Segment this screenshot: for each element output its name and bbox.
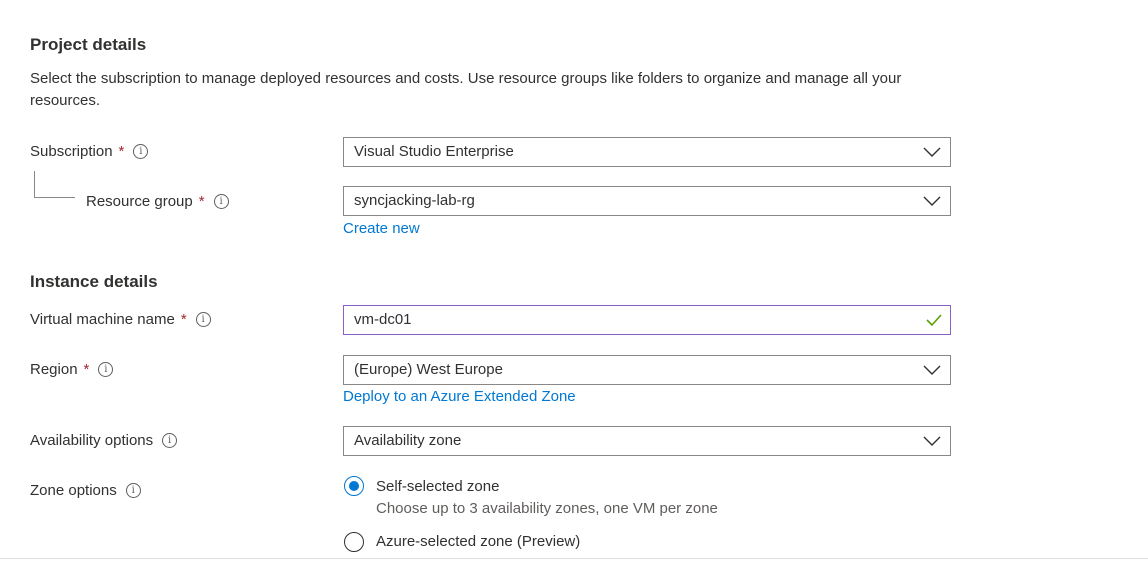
required-indicator: * [198,193,205,210]
region-value: (Europe) West Europe [354,361,503,378]
vm-name-value: vm-dc01 [354,311,412,328]
chevron-down-icon [923,365,941,375]
chevron-down-icon [923,196,941,206]
required-indicator: * [180,311,187,328]
zone-options-label: Zone options [30,482,117,499]
zone-options-label-row: Zone options i [30,482,141,499]
subscription-value: Visual Studio Enterprise [354,143,514,160]
info-icon[interactable]: i [162,433,178,448]
availability-value: Availability zone [354,432,462,449]
project-details-description: Select the subscription to manage deploy… [30,70,902,109]
vm-name-label-row: Virtual machine name * i [30,311,211,328]
required-indicator: * [83,361,90,378]
info-icon[interactable]: i [195,312,211,327]
divider [0,558,1148,559]
resource-group-label-row: Resource group * i [86,193,229,210]
region-dropdown[interactable]: (Europe) West Europe [343,355,951,385]
azure-selected-zone-radio[interactable] [344,532,364,552]
vm-name-input[interactable]: vm-dc01 [343,305,951,335]
availability-label: Availability options [30,432,154,449]
checkmark-icon [926,314,942,327]
chevron-down-icon [923,436,941,446]
instance-details-heading: Instance details [30,272,158,291]
availability-dropdown[interactable]: Availability zone [343,426,951,456]
tree-connector [34,171,75,198]
region-label-row: Region * i [30,361,114,378]
self-selected-zone-radio[interactable] [344,476,364,496]
project-details-heading: Project details [30,35,147,54]
subscription-label: Subscription [30,143,113,160]
extended-zone-link[interactable]: Deploy to an Azure Extended Zone [343,388,576,405]
required-indicator: * [118,143,125,160]
info-icon[interactable]: i [213,194,229,209]
info-icon[interactable]: i [125,483,141,498]
self-selected-zone-description: Choose up to 3 availability zones, one V… [376,500,718,517]
info-icon[interactable]: i [98,362,114,377]
subscription-label-row: Subscription * i [30,143,149,160]
vm-name-label: Virtual machine name [30,311,175,328]
resource-group-dropdown[interactable]: syncjacking-lab-rg [343,186,951,216]
info-icon[interactable]: i [133,144,149,159]
resource-group-label: Resource group [86,193,193,210]
create-new-link[interactable]: Create new [343,220,420,237]
self-selected-zone-label[interactable]: Self-selected zone [376,478,499,495]
chevron-down-icon [923,147,941,157]
resource-group-value: syncjacking-lab-rg [354,192,475,209]
azure-selected-zone-label[interactable]: Azure-selected zone (Preview) [376,533,580,550]
region-label: Region [30,361,78,378]
subscription-dropdown[interactable]: Visual Studio Enterprise [343,137,951,167]
availability-label-row: Availability options i [30,432,178,449]
